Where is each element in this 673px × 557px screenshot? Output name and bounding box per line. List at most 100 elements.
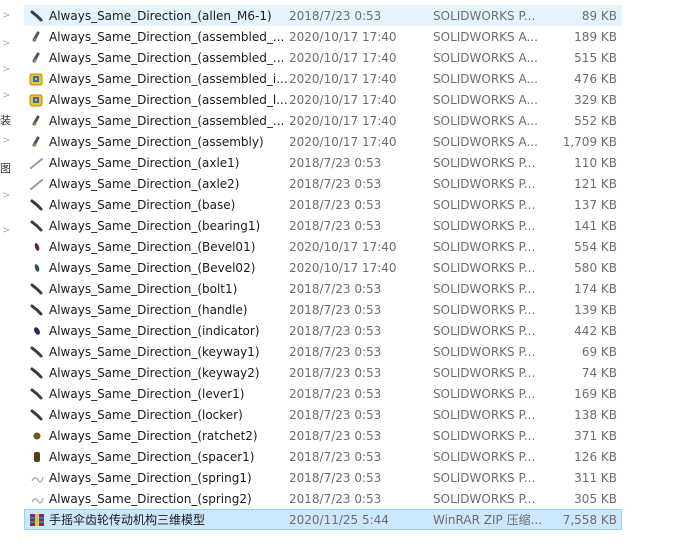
file-type: SOLIDWORKS A... (433, 72, 538, 86)
file-name: Always_Same_Direction_(Bevel01) (49, 240, 256, 254)
spacer-part-icon (29, 450, 45, 464)
file-size: 580 KB (574, 261, 617, 275)
expand-chevron-icon[interactable]: > (2, 225, 10, 236)
file-date-modified: 2020/10/17 17:40 (289, 51, 397, 65)
file-row[interactable]: Always_Same_Direction_(lever1) 2018/7/23 … (24, 383, 622, 404)
file-row[interactable]: Always_Same_Direction_(assembly) 2020/10/… (24, 131, 622, 152)
file-date-modified: 2018/7/23 0:53 (289, 9, 382, 23)
file-name: Always_Same_Direction_(assembled_i... (49, 72, 288, 86)
file-list: Always_Same_Direction_(allen_M6-1) 2018/7… (24, 5, 622, 530)
part-icon (29, 282, 45, 296)
expand-chevron-icon[interactable]: > (2, 190, 10, 201)
file-type: SOLIDWORKS P... (433, 429, 536, 443)
file-name: Always_Same_Direction_(assembly) (49, 135, 264, 149)
navigation-pane-edge: > > > > 装 > 图 > > (0, 0, 18, 557)
file-row[interactable]: Always_Same_Direction_(axle2) 2018/7/23 0… (24, 173, 622, 194)
file-row[interactable]: Always_Same_Direction_(assembled_... 2020… (24, 26, 622, 47)
file-row[interactable]: Always_Same_Direction_(assembled_l... 202… (24, 89, 622, 110)
file-name: Always_Same_Direction_(assembled_... (49, 30, 285, 44)
file-row[interactable]: Always_Same_Direction_(indicator) 2018/7/… (24, 320, 622, 341)
part-icon (29, 9, 45, 23)
file-row[interactable]: Always_Same_Direction_(axle1) 2018/7/23 0… (24, 152, 622, 173)
nav-folder-label[interactable]: 装 (0, 112, 11, 128)
part-icon (29, 219, 45, 233)
file-date-modified: 2018/7/23 0:53 (289, 387, 382, 401)
file-row[interactable]: Always_Same_Direction_(locker) 2018/7/23 … (24, 404, 622, 425)
file-name: Always_Same_Direction_(keyway1) (49, 345, 260, 359)
nav-folder-label[interactable]: 图 (0, 160, 11, 176)
file-size: 141 KB (574, 219, 617, 233)
file-type: WinRAR ZIP 压缩... (433, 513, 543, 527)
file-name: Always_Same_Direction_(lever1) (49, 387, 245, 401)
file-size: 138 KB (574, 408, 617, 422)
file-size: 7,558 KB (562, 513, 617, 527)
solidworks-assembly-icon (29, 72, 45, 86)
solidworks-assembly-icon (29, 93, 45, 107)
file-row[interactable]: Always_Same_Direction_(ratchet2) 2018/7/2… (24, 425, 622, 446)
file-size: 554 KB (574, 240, 617, 254)
file-date-modified: 2018/7/23 0:53 (289, 408, 382, 422)
file-date-modified: 2018/7/23 0:53 (289, 471, 382, 485)
expand-chevron-icon[interactable]: > (2, 64, 10, 75)
file-row[interactable]: 手摇伞齿轮传动机构三维模型 2020/11/25 5:44 WinRAR ZIP 压… (24, 509, 622, 530)
file-size: 552 KB (574, 114, 617, 128)
file-name: Always_Same_Direction_(bolt1) (49, 282, 238, 296)
file-row[interactable]: Always_Same_Direction_(spring1) 2018/7/23… (24, 467, 622, 488)
file-type: SOLIDWORKS P... (433, 156, 536, 170)
file-row[interactable]: Always_Same_Direction_(assembled_... 2020… (24, 47, 622, 68)
file-date-modified: 2020/10/17 17:40 (289, 93, 397, 107)
axle-part-icon (29, 177, 45, 191)
file-type: SOLIDWORKS P... (433, 324, 536, 338)
file-row[interactable]: Always_Same_Direction_(assembled_i... 202… (24, 68, 622, 89)
file-type: SOLIDWORKS P... (433, 471, 536, 485)
file-row[interactable]: Always_Same_Direction_(allen_M6-1) 2018/7… (24, 5, 622, 26)
ratchet-part-icon (29, 429, 45, 443)
file-row[interactable]: Always_Same_Direction_(bearing1) 2018/7/2… (24, 215, 622, 236)
file-row[interactable]: Always_Same_Direction_(handle) 2018/7/23 … (24, 299, 622, 320)
file-date-modified: 2020/10/17 17:40 (289, 240, 397, 254)
file-size: 69 KB (581, 345, 617, 359)
file-size: 137 KB (574, 198, 617, 212)
file-size: 442 KB (574, 324, 617, 338)
bevel-part-icon (29, 240, 45, 254)
file-size: 121 KB (574, 177, 617, 191)
file-name: Always_Same_Direction_(indicator) (49, 324, 260, 338)
file-row[interactable]: Always_Same_Direction_(base) 2018/7/23 0:… (24, 194, 622, 215)
expand-chevron-icon[interactable]: > (2, 135, 10, 146)
assembly-icon (29, 135, 45, 149)
file-type: SOLIDWORKS P... (433, 387, 536, 401)
file-name: Always_Same_Direction_(keyway2) (49, 366, 260, 380)
file-name: Always_Same_Direction_(spring2) (49, 492, 252, 506)
file-row[interactable]: Always_Same_Direction_(bolt1) 2018/7/23 0… (24, 278, 622, 299)
file-row[interactable]: Always_Same_Direction_(spacer1) 2018/7/23… (24, 446, 622, 467)
file-type: SOLIDWORKS P... (433, 492, 536, 506)
file-name: Always_Same_Direction_(ratchet2) (49, 429, 258, 443)
file-name: Always_Same_Direction_(locker) (49, 408, 243, 422)
file-row[interactable]: Always_Same_Direction_(assembled_... 2020… (24, 110, 622, 131)
file-row[interactable]: Always_Same_Direction_(keyway1) 2018/7/23… (24, 341, 622, 362)
file-date-modified: 2018/7/23 0:53 (289, 450, 382, 464)
file-date-modified: 2020/10/17 17:40 (289, 261, 397, 275)
file-row[interactable]: Always_Same_Direction_(Bevel01) 2020/10/1… (24, 236, 622, 257)
file-type: SOLIDWORKS P... (433, 240, 536, 254)
expand-chevron-icon[interactable]: > (2, 38, 10, 49)
expand-chevron-icon[interactable]: > (2, 90, 10, 101)
file-name: Always_Same_Direction_(handle) (49, 303, 248, 317)
file-row[interactable]: Always_Same_Direction_(spring2) 2018/7/23… (24, 488, 622, 509)
file-size: 126 KB (574, 450, 617, 464)
file-date-modified: 2020/11/25 5:44 (289, 513, 389, 527)
file-name: 手摇伞齿轮传动机构三维模型 (49, 513, 206, 527)
file-date-modified: 2018/7/23 0:53 (289, 156, 382, 170)
file-size: 305 KB (574, 492, 617, 506)
file-date-modified: 2018/7/23 0:53 (289, 366, 382, 380)
file-date-modified: 2020/10/17 17:40 (289, 135, 397, 149)
bevel-green-part-icon (29, 261, 45, 275)
file-row[interactable]: Always_Same_Direction_(keyway2) 2018/7/23… (24, 362, 622, 383)
file-type: SOLIDWORKS P... (433, 345, 536, 359)
file-size: 110 KB (574, 156, 617, 170)
file-type: SOLIDWORKS A... (433, 30, 538, 44)
expand-chevron-icon[interactable]: > (2, 10, 10, 21)
file-row[interactable]: Always_Same_Direction_(Bevel02) 2020/10/1… (24, 257, 622, 278)
file-type: SOLIDWORKS A... (433, 51, 538, 65)
assembly-icon (29, 114, 45, 128)
